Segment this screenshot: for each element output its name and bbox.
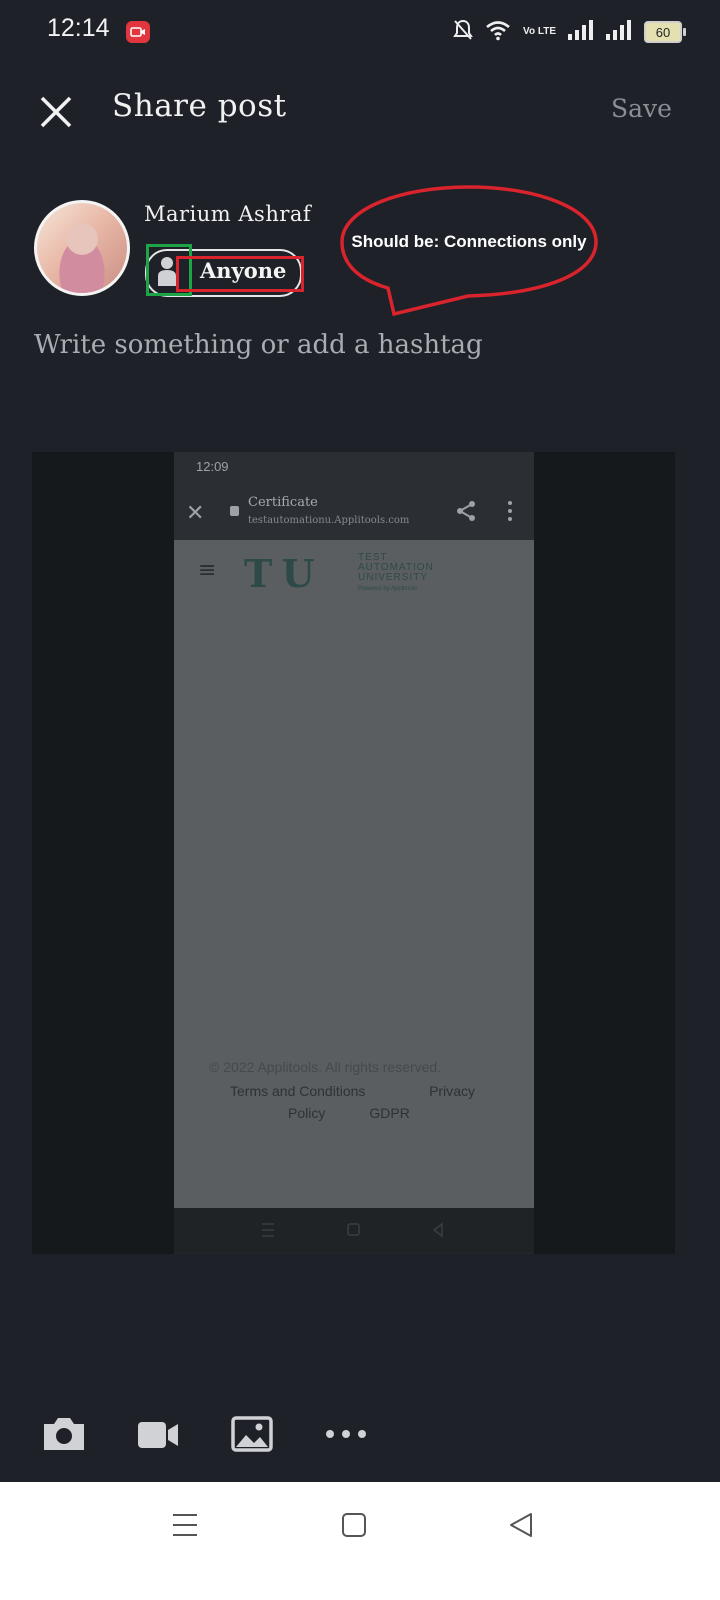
menu-icon[interactable] (172, 1512, 198, 1542)
status-icons: Vo LTE 60 (453, 18, 686, 46)
wifi-icon (485, 19, 511, 45)
video-icon (138, 1422, 178, 1448)
system-nav-bar (0, 1482, 720, 1600)
close-icon (40, 96, 72, 128)
annotation-callout-text: Should be: Connections only (351, 232, 587, 251)
embedded-lock-icon (230, 506, 239, 516)
back-icon[interactable] (508, 1512, 534, 1542)
signal-icon-2 (606, 20, 632, 44)
embedded-time: 12:09 (196, 459, 229, 474)
embedded-share-icon (455, 500, 477, 522)
embedded-more-icon (508, 500, 512, 522)
more-icon (326, 1430, 366, 1438)
embedded-browser-bar (174, 484, 534, 540)
user-name: Marium Ashraf (144, 202, 312, 226)
battery-icon: 60 (644, 21, 686, 43)
close-button[interactable] (36, 92, 76, 132)
camera-icon (44, 1418, 84, 1450)
tau-logo-text: TEST AUTOMATION UNIVERSITY (358, 552, 434, 583)
image-button[interactable] (230, 1414, 274, 1454)
embedded-url: testautomationu.Applitools.com (248, 515, 410, 526)
avatar (34, 200, 130, 296)
embedded-footer-links: Terms and Conditions Privacy Policy GDPR (230, 1083, 490, 1121)
home-icon[interactable] (341, 1512, 367, 1542)
embedded-footer-copyright: © 2022 Applitools. All rights reserved. (209, 1059, 442, 1075)
signal-icon-1 (568, 20, 594, 44)
status-time: 12:14 (47, 14, 110, 42)
more-button[interactable] (324, 1414, 368, 1454)
mute-bell-icon (453, 18, 473, 46)
page-title: Share post (112, 88, 287, 124)
footer-link-privacy: Privacy (429, 1083, 475, 1099)
post-text-input[interactable]: Write something or add a hashtag (34, 330, 483, 360)
volte-icon: Vo LTE (523, 26, 556, 37)
camera-button[interactable] (42, 1414, 86, 1454)
embedded-nav-bar (174, 1208, 534, 1252)
footer-link-terms: Terms and Conditions (230, 1083, 366, 1099)
footer-link-policy: Policy (288, 1105, 326, 1121)
annotation-red-box (176, 256, 304, 292)
video-button[interactable] (136, 1414, 180, 1454)
tau-powered-by: Powered by Applitools (358, 586, 418, 592)
embedded-menu-icon: ≡ (198, 558, 217, 583)
embedded-close-icon: ✕ (186, 500, 205, 525)
save-button[interactable]: Save (611, 94, 672, 123)
image-icon (231, 1416, 273, 1452)
screen-record-icon (126, 21, 150, 43)
footer-link-gdpr: GDPR (369, 1105, 410, 1121)
tau-logo: T U (244, 551, 315, 596)
embedded-page-title: Certificate (248, 495, 318, 510)
